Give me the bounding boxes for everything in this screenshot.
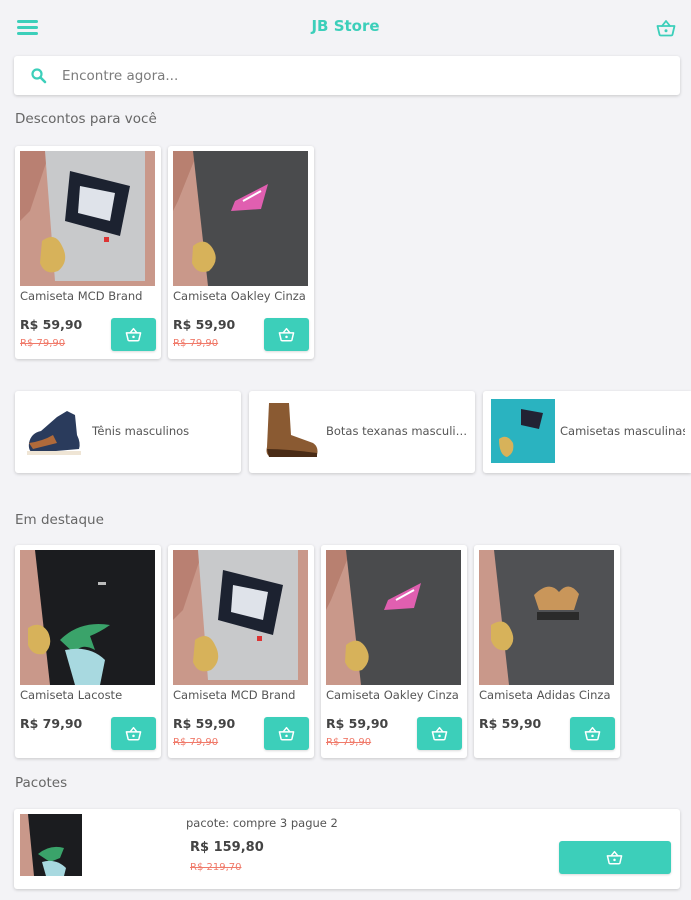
app-bar: JB Store — [0, 0, 691, 54]
basket-icon — [125, 327, 142, 342]
product-card[interactable]: Camiseta Oakley Cinza R$ 59,90 R$ 79,90 — [168, 146, 314, 359]
category-label: Botas texanas masculinas — [326, 424, 468, 438]
product-old-price: R$ 79,90 — [173, 338, 219, 349]
add-to-cart-button[interactable] — [264, 318, 309, 351]
product-name: Camiseta MCD Brand — [173, 688, 296, 702]
bundle-name: pacote: compre 3 pague 2 — [186, 816, 338, 830]
section-title-bundles: Pacotes — [15, 775, 68, 791]
product-image — [20, 550, 155, 685]
product-price: R$ 59,90 — [20, 317, 83, 332]
product-price: R$ 59,90 — [173, 317, 236, 332]
product-image — [326, 550, 461, 685]
product-price: R$ 59,90 — [173, 716, 236, 731]
product-card[interactable]: Camiseta Lacoste R$ 79,90 — [15, 545, 161, 758]
bundle-image — [20, 814, 82, 876]
product-image — [173, 151, 308, 286]
product-name: Camiseta Adidas Cinza — [479, 688, 611, 702]
category-label: Camisetas masculinas — [560, 424, 685, 438]
product-name: Camiseta Oakley Cinza — [173, 289, 306, 303]
product-price: R$ 59,90 — [479, 716, 542, 731]
product-card[interactable]: Camiseta Adidas Cinza R$ 59,90 — [474, 545, 620, 758]
basket-icon — [431, 726, 448, 741]
bundle-price: R$ 159,80 — [190, 840, 264, 855]
category-image — [23, 399, 87, 463]
search-bar — [14, 56, 680, 95]
add-to-cart-button[interactable] — [570, 717, 615, 750]
product-old-price: R$ 79,90 — [173, 737, 219, 748]
section-title-featured: Em destaque — [15, 512, 104, 528]
product-old-price: R$ 79,90 — [20, 338, 66, 349]
basket-icon — [125, 726, 142, 741]
category-image — [257, 399, 321, 463]
add-bundle-to-cart-button[interactable] — [559, 841, 671, 874]
basket-icon — [278, 726, 295, 741]
basket-icon[interactable] — [656, 19, 678, 39]
category-card-botas[interactable]: Botas texanas masculinas — [249, 391, 475, 473]
app-title: JB Store — [311, 17, 380, 35]
basket-icon — [278, 327, 295, 342]
category-label: Tênis masculinos — [92, 424, 190, 438]
product-card[interactable]: Camiseta MCD Brand R$ 59,90 R$ 79,90 — [168, 545, 314, 758]
product-name: Camiseta MCD Brand — [20, 289, 143, 303]
product-old-price: R$ 79,90 — [326, 737, 372, 748]
add-to-cart-button[interactable] — [417, 717, 462, 750]
product-price: R$ 79,90 — [20, 716, 83, 731]
category-image — [491, 399, 555, 463]
product-image — [20, 151, 155, 286]
add-to-cart-button[interactable] — [264, 717, 309, 750]
category-card-tenis[interactable]: Tênis masculinos — [15, 391, 241, 473]
basket-icon — [584, 726, 601, 741]
add-to-cart-button[interactable] — [111, 318, 156, 351]
product-name: Camiseta Oakley Cinza — [326, 688, 459, 702]
search-icon — [31, 68, 47, 84]
product-image — [479, 550, 614, 685]
bundle-old-price: R$ 219,70 — [190, 862, 242, 873]
product-price: R$ 59,90 — [326, 716, 389, 731]
product-image — [173, 550, 308, 685]
product-card[interactable]: Camiseta MCD Brand R$ 59,90 R$ 79,90 — [15, 146, 161, 359]
search-input[interactable] — [62, 62, 662, 89]
category-card-camisetas[interactable]: Camisetas masculinas — [483, 391, 691, 473]
add-to-cart-button[interactable] — [111, 717, 156, 750]
basket-icon — [606, 850, 623, 865]
product-card[interactable]: Camiseta Oakley Cinza R$ 59,90 R$ 79,90 — [321, 545, 467, 758]
section-title-discounts: Descontos para você — [15, 111, 157, 127]
product-name: Camiseta Lacoste — [20, 688, 123, 702]
bundle-card[interactable]: pacote: compre 3 pague 2 R$ 159,80 R$ 21… — [14, 809, 680, 889]
